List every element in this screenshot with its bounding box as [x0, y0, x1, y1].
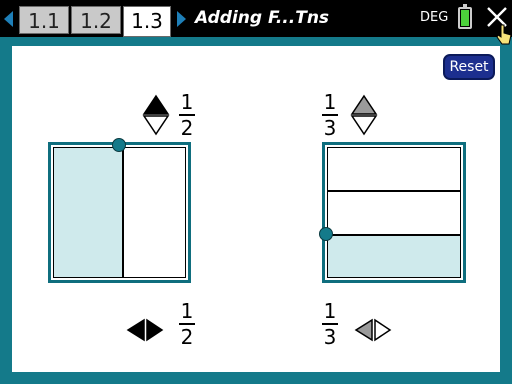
- left-bottom-fraction: 1 2: [175, 300, 199, 348]
- left-bottom-numerator: 1: [180, 299, 194, 323]
- right-fraction-model-area: [327, 147, 461, 278]
- top-bar: 1.1 1.2 1.3 Adding F...Tns DEG: [0, 0, 512, 37]
- left-drag-handle-icon[interactable]: [112, 138, 126, 152]
- right-bottom-numerator: 1: [323, 299, 337, 323]
- right-top-denominator: 3: [323, 116, 337, 140]
- right-up-down-stepper-icon[interactable]: [350, 94, 378, 136]
- tab-scroll-right-icon[interactable]: [177, 11, 186, 27]
- left-partition-line: [122, 148, 124, 277]
- left-fraction-model-area: [53, 147, 186, 278]
- battery-icon: [458, 4, 472, 29]
- left-bottom-denominator: 2: [180, 325, 194, 349]
- right-bottom-denominator: 3: [323, 325, 337, 349]
- right-bottom-fraction: 1 3: [318, 300, 342, 348]
- document-title: Adding F...Tns: [195, 8, 330, 28]
- tab-1-2[interactable]: 1.2: [71, 6, 121, 34]
- angle-mode: DEG: [420, 10, 449, 25]
- left-top-numerator: 1: [180, 90, 194, 114]
- tab-1-3[interactable]: 1.3: [123, 6, 171, 37]
- right-partition-line-2: [328, 234, 460, 236]
- left-top-fraction: 1 2: [175, 91, 199, 139]
- right-top-fraction: 1 3: [318, 91, 342, 139]
- pointer-cursor-icon: [496, 24, 512, 45]
- tab-scroll-left-icon[interactable]: [4, 11, 13, 27]
- left-up-down-stepper-icon[interactable]: [142, 94, 170, 136]
- right-fraction-model: [322, 142, 466, 283]
- reset-button[interactable]: Reset: [443, 54, 495, 80]
- right-top-numerator: 1: [323, 90, 337, 114]
- right-left-right-stepper-icon[interactable]: [354, 318, 392, 342]
- tab-1-1[interactable]: 1.1: [19, 6, 69, 34]
- right-partition-line-1: [328, 190, 460, 192]
- right-drag-handle-icon[interactable]: [319, 227, 333, 241]
- left-shaded-region: [54, 148, 122, 277]
- right-shaded-region: [328, 236, 460, 277]
- left-left-right-stepper-icon[interactable]: [126, 318, 164, 342]
- left-fraction-model: [48, 142, 191, 283]
- left-top-denominator: 2: [180, 116, 194, 140]
